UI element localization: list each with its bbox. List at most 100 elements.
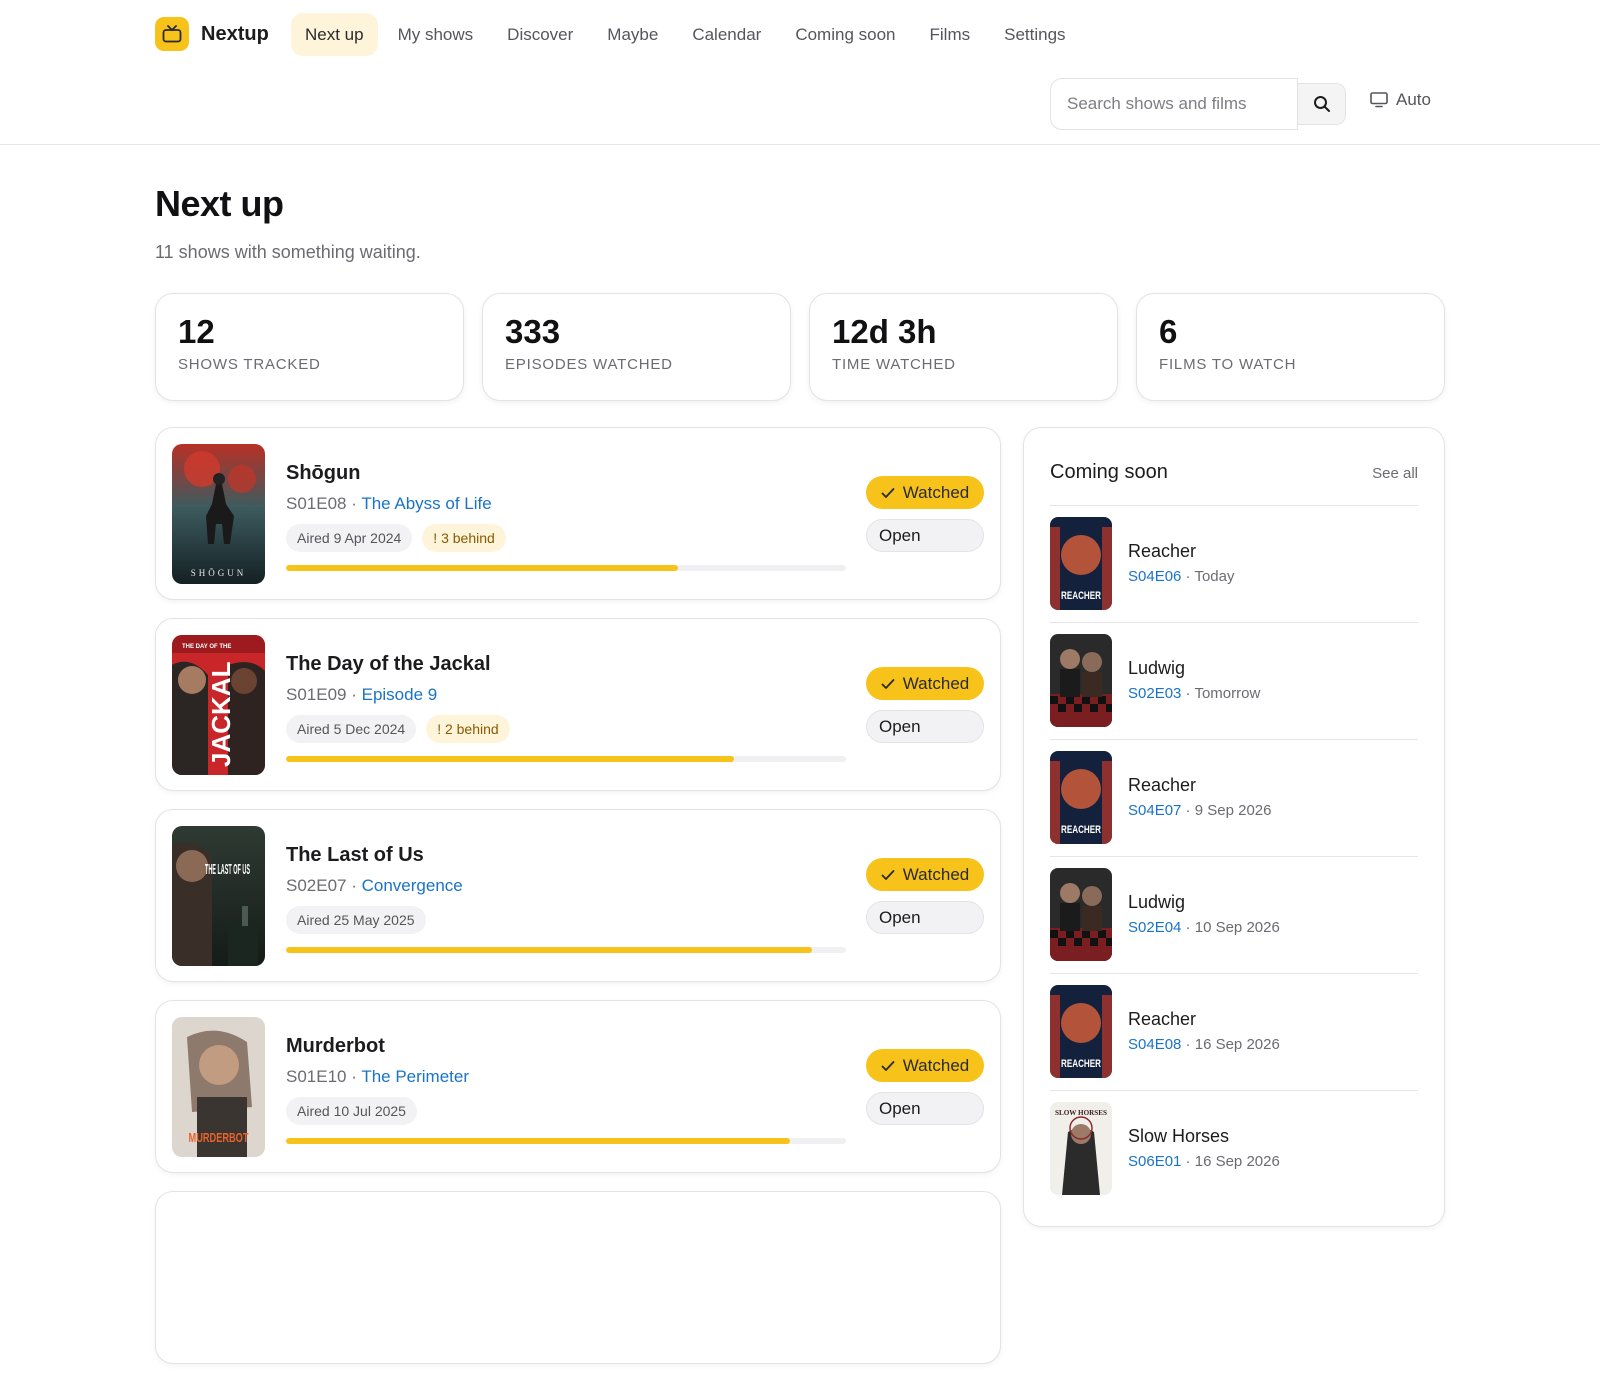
next-up-list: SHŌGUN Shōgun S01E08 · The Abyss of Life…: [155, 427, 1001, 1382]
list-item[interactable]: Ludwig S02E04 · 10 Sep 2026: [1050, 856, 1418, 973]
list-item[interactable]: REACHER Reacher S04E06 · Today: [1050, 505, 1418, 622]
episode-title-link[interactable]: Episode 9: [362, 685, 438, 704]
progress-fill: [286, 947, 813, 953]
watched-button[interactable]: Watched: [866, 858, 984, 891]
episode-title-link[interactable]: The Abyss of Life: [361, 494, 491, 513]
show-title[interactable]: Shōgun: [286, 462, 360, 485]
air-date: 16 Sep 2026: [1194, 1036, 1280, 1053]
show-poster: [1050, 634, 1112, 727]
nav-item-coming-soon[interactable]: Coming soon: [781, 13, 909, 56]
open-button[interactable]: Open: [866, 710, 984, 743]
separator: ·: [346, 1067, 362, 1086]
episode-card: SHŌGUN Shōgun S01E08 · The Abyss of Life…: [155, 427, 1001, 600]
show-title[interactable]: The Last of Us: [286, 844, 424, 867]
main-nav: Next up My shows Discover Maybe Calendar…: [291, 13, 1080, 56]
open-button[interactable]: Open: [866, 1092, 984, 1125]
open-button[interactable]: Open: [866, 901, 984, 934]
watched-button[interactable]: Watched: [866, 476, 984, 509]
stat-label: Episodes watched: [505, 356, 673, 374]
see-all-link[interactable]: See all: [1372, 465, 1418, 482]
show-name: Slow Horses: [1128, 1126, 1230, 1146]
progress-bar: [286, 947, 846, 953]
nav-item-maybe[interactable]: Maybe: [593, 13, 672, 56]
show-title[interactable]: Murderbot: [286, 1035, 385, 1058]
separator: ·: [1181, 685, 1195, 702]
poster-small-title: THE DAY OF THE: [182, 644, 231, 650]
episode-meta: S04E06 · Today: [1128, 568, 1234, 585]
theme-toggle[interactable]: Auto: [1370, 90, 1431, 110]
episode-meta: S02E03 · Tomorrow: [1128, 685, 1260, 702]
episode-meta: S06E01 · 16 Sep 2026: [1128, 1153, 1280, 1170]
episode-meta: S02E04 · 10 Sep 2026: [1128, 919, 1280, 936]
progress-bar: [286, 1138, 846, 1144]
nav-item-next-up[interactable]: Next up: [291, 13, 378, 56]
show-poster[interactable]: THE LAST OF US: [172, 826, 265, 966]
stat-card-films-to-watch: 6 Films to watch: [1136, 293, 1445, 401]
aired-badge: Aired 5 Dec 2024: [286, 715, 417, 743]
nav-item-discover[interactable]: Discover: [493, 13, 587, 56]
tv-icon: [155, 17, 189, 51]
watched-button[interactable]: Watched: [866, 667, 984, 700]
episode-code: S01E10: [286, 1067, 347, 1086]
theme-label: Auto: [1396, 90, 1431, 109]
episode-title-link[interactable]: The Perimeter: [361, 1067, 469, 1086]
episode-line: S01E10 · The Perimeter: [286, 1067, 469, 1087]
stat-label: Films to watch: [1159, 356, 1297, 374]
watched-button[interactable]: Watched: [866, 1049, 984, 1082]
show-poster: REACHER: [1050, 751, 1112, 844]
list-item[interactable]: REACHER Reacher S04E07 · 9 Sep 2026: [1050, 739, 1418, 856]
separator: ·: [346, 876, 362, 895]
episode-card: THE DAY OF THE JACKAL The Day of the Jac…: [155, 618, 1001, 791]
episode-chips: Aired 25 May 2025: [286, 906, 426, 934]
check-icon: [881, 678, 895, 689]
show-poster[interactable]: MURDERBOT: [172, 1017, 265, 1157]
episode-card: [155, 1191, 1001, 1364]
episode-title-link[interactable]: Convergence: [362, 876, 463, 895]
separator: ·: [346, 685, 362, 704]
show-poster: REACHER: [1050, 517, 1112, 610]
episode-code: S01E08: [286, 494, 347, 513]
nav-item-my-shows[interactable]: My shows: [384, 13, 488, 56]
list-item[interactable]: REACHER Reacher S04E08 · 16 Sep 2026: [1050, 973, 1418, 1090]
nav-item-films[interactable]: Films: [916, 13, 985, 56]
search-input[interactable]: [1050, 78, 1298, 130]
list-item[interactable]: Ludwig S02E03 · Tomorrow: [1050, 622, 1418, 739]
episode-code: S01E09: [286, 685, 347, 704]
watched-label: Watched: [902, 864, 970, 884]
panel-title: Coming soon: [1050, 461, 1168, 483]
stat-label: Time watched: [832, 356, 956, 374]
episode-meta: S04E07 · 9 Sep 2026: [1128, 802, 1271, 819]
open-button[interactable]: Open: [866, 519, 984, 552]
show-name: Ludwig: [1128, 658, 1186, 678]
poster-title: THE LAST OF US: [205, 861, 250, 878]
watched-label: Watched: [902, 673, 970, 693]
episode-code: S02E04: [1128, 919, 1182, 936]
page-subtitle: 11 shows with something waiting.: [155, 242, 421, 262]
air-date: 16 Sep 2026: [1194, 1153, 1280, 1170]
stat-card-time-watched: 12d 3h Time watched: [809, 293, 1118, 401]
watched-label: Watched: [902, 482, 970, 502]
search-bar: [1050, 78, 1346, 130]
check-icon: [881, 869, 895, 880]
nav-item-settings[interactable]: Settings: [990, 13, 1079, 56]
search-button[interactable]: [1298, 83, 1346, 125]
stat-card-episodes-watched: 333 Episodes watched: [482, 293, 791, 401]
air-date: 10 Sep 2026: [1194, 919, 1280, 936]
app-logo[interactable]: Nextup: [155, 17, 269, 51]
air-date: Tomorrow: [1194, 685, 1261, 702]
episode-meta: S04E08 · 16 Sep 2026: [1128, 1036, 1280, 1053]
list-item[interactable]: SLOW HORSES Slow Horses S06E01 · 16 Sep …: [1050, 1090, 1418, 1207]
show-poster[interactable]: SHŌGUN: [172, 444, 265, 584]
aired-badge: Aired 10 Jul 2025: [286, 1097, 417, 1125]
stats-row: 12 Shows tracked 333 Episodes watched 12…: [155, 293, 1445, 401]
show-poster: SLOW HORSES: [1050, 1102, 1112, 1195]
show-poster: [1050, 868, 1112, 961]
episode-card: THE LAST OF US The Last of Us S02E07 · C…: [155, 809, 1001, 982]
watched-label: Watched: [902, 1055, 970, 1075]
stat-value: 12d 3h: [832, 313, 937, 350]
show-title[interactable]: The Day of the Jackal: [286, 653, 491, 676]
progress-fill: [286, 756, 734, 762]
show-poster[interactable]: THE DAY OF THE JACKAL: [172, 635, 265, 775]
poster-title: SHŌGUN: [191, 568, 247, 578]
nav-item-calendar[interactable]: Calendar: [678, 13, 775, 56]
